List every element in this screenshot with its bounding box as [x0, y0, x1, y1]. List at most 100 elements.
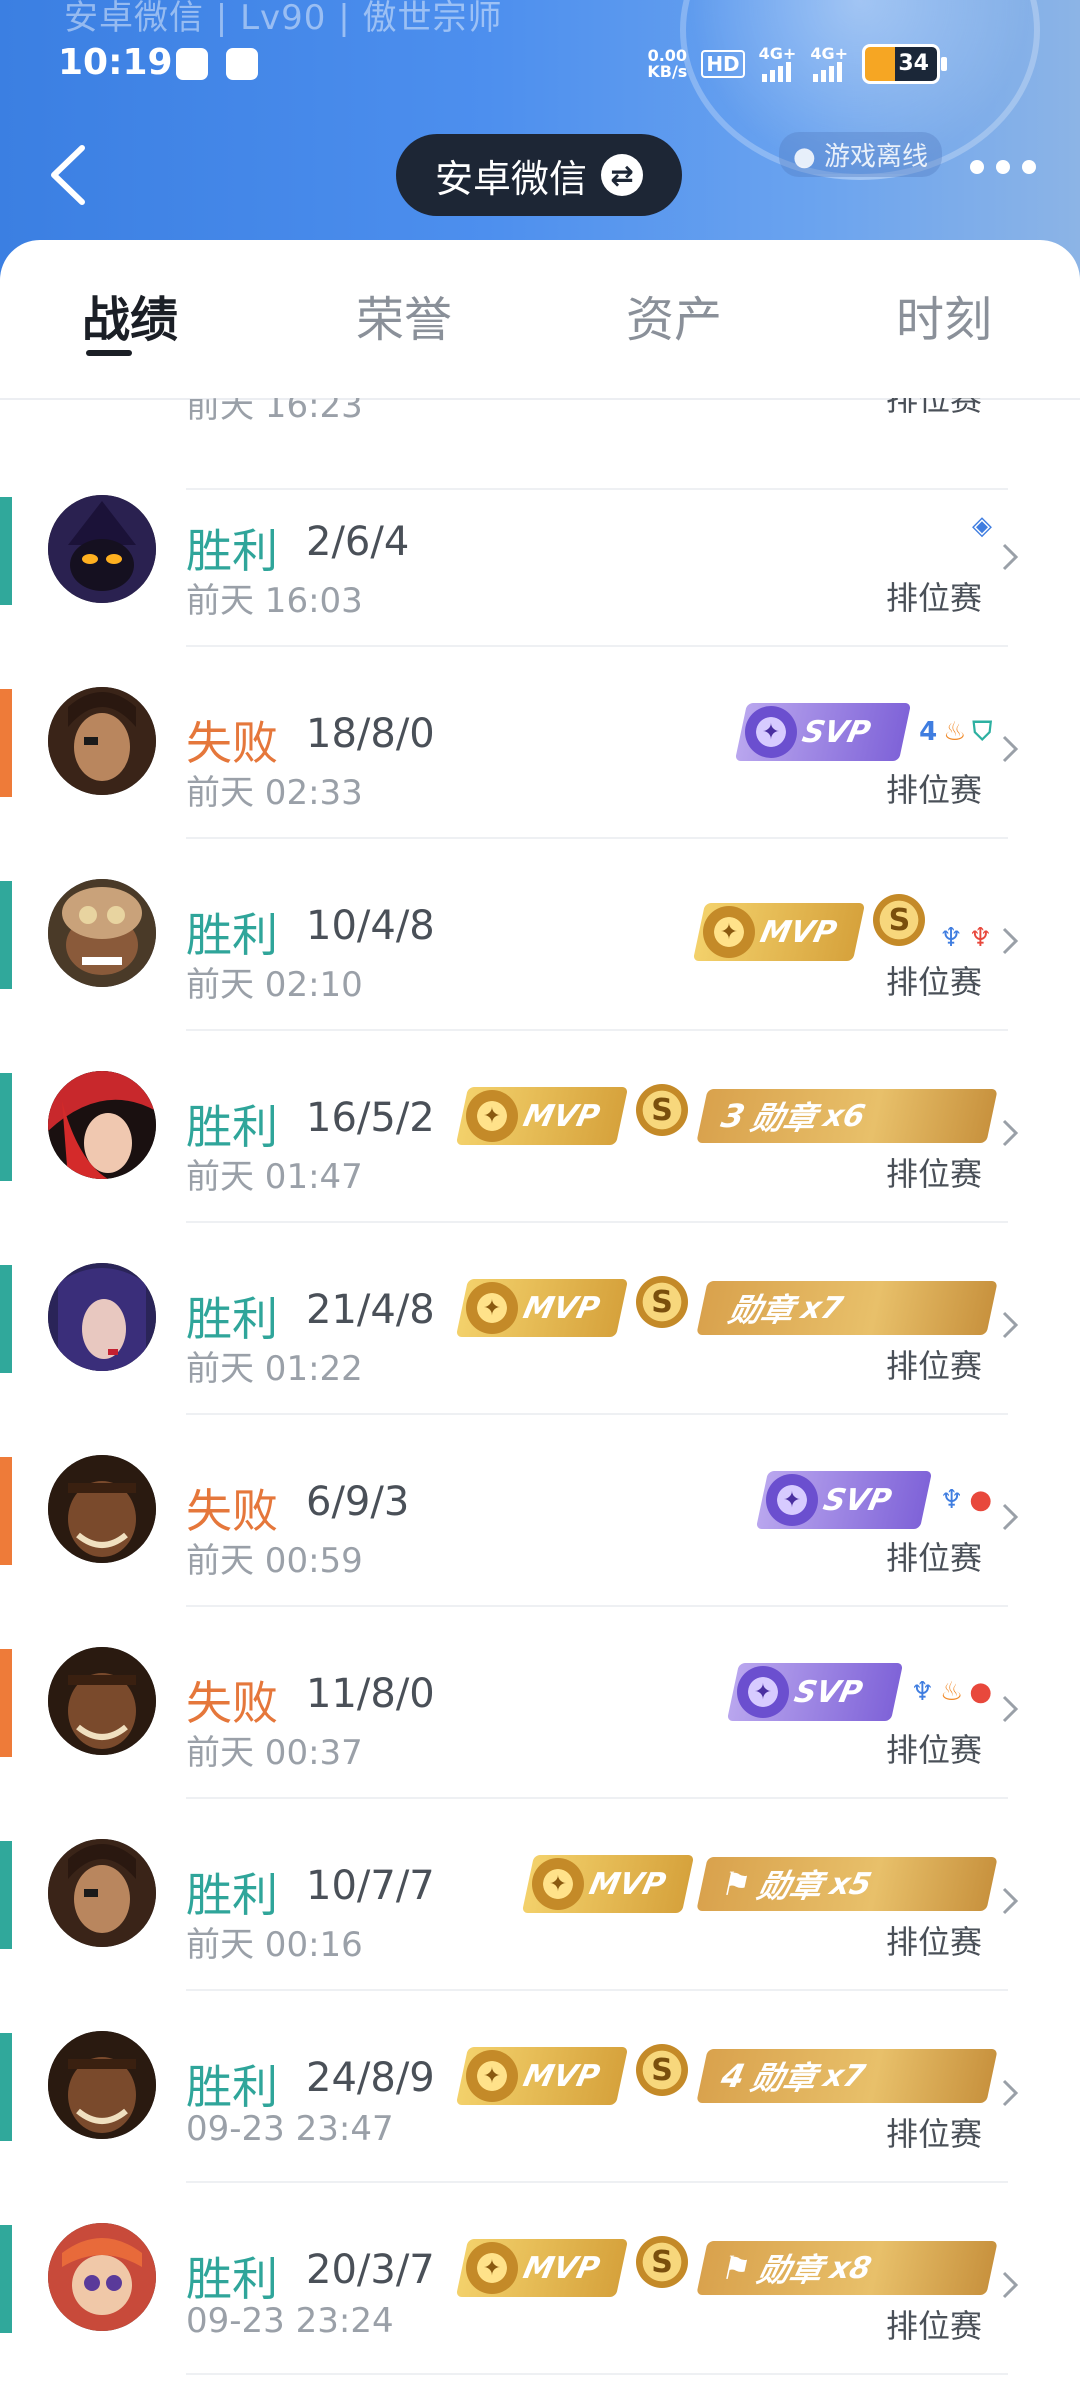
mvp-badge: ✦ MVP	[455, 1279, 629, 1337]
match-kda: 20/3/7	[306, 2247, 435, 2293]
chevron-right-icon	[1002, 2271, 1019, 2299]
network-speed-unit: KB/s	[647, 62, 688, 81]
match-badges: ✦ MVP S 3 勋章 x6	[455, 1084, 998, 1145]
status-indicators: 0.00 KB/s HD 4G+ 4G+ 34	[647, 44, 947, 84]
tab-records[interactable]: 战绩	[82, 280, 178, 350]
more-dot	[1022, 160, 1036, 174]
match-row[interactable]: 胜利 24/8/9 09-23 23:47 ✦ MVP S 4 勋章 x7 排位赛	[0, 1991, 1080, 2183]
svp-label: SVP	[799, 714, 874, 750]
svp-label: SVP	[820, 1482, 895, 1518]
tab-moments[interactable]: 时刻	[896, 280, 992, 350]
match-result: 胜利	[186, 2060, 278, 2114]
hero-avatar	[48, 2031, 156, 2139]
medal-count: x7	[798, 1290, 846, 1326]
tab-active-indicator	[86, 350, 132, 356]
chevron-right-icon	[1002, 2079, 1019, 2107]
blood-drop-icon: ●	[969, 1485, 992, 1515]
hero-avatar	[48, 1647, 156, 1755]
match-result: 胜利	[186, 524, 278, 578]
hero-avatar	[48, 1839, 156, 1947]
tab-honor[interactable]: 荣誉	[356, 280, 452, 350]
match-kda: 6/9/3	[306, 1479, 410, 1525]
medal-badge: ⚑ 勋章 x8	[696, 2241, 998, 2295]
match-time: 前天 16:03	[186, 581, 363, 621]
chevron-right-icon	[1002, 1695, 1019, 1723]
match-kda: 21/4/8	[306, 1287, 435, 1333]
mvp-medal-icon: ✦	[466, 1090, 518, 1142]
match-row[interactable]: 胜利 20/3/7 09-23 23:24 ✦ MVP S ⚑ 勋章 x8 排位赛	[0, 2183, 1080, 2375]
chevron-right-icon	[1002, 1311, 1019, 1339]
match-mode: 排位赛	[885, 1539, 982, 1577]
mvp-badge: ✦ MVP	[455, 2047, 629, 2105]
match-row[interactable]: 胜利 10/4/8 前天 02:10 ✦ MVP S ♆ ♆ 排位赛	[0, 839, 1080, 1031]
match-row[interactable]: 失败 18/8/0 前天 02:33 ✦ SVP 4 ♨ ⛉ 排位赛	[0, 647, 1080, 839]
achievement-icons: ♆ ♆	[939, 923, 992, 953]
app-notification-icon	[176, 48, 208, 80]
match-result: 失败	[186, 716, 278, 770]
chevron-right-icon	[1002, 1503, 1019, 1531]
s-rank-icon: S	[636, 1276, 688, 1328]
achievement-icon: ◈	[972, 511, 992, 541]
medal-count: x7	[820, 2058, 869, 2094]
mvp-label: MVP	[586, 1866, 669, 1902]
result-bar	[0, 881, 12, 989]
medal-label: 勋章	[754, 2251, 827, 2289]
tab-bar: 战绩 荣誉 资产 时刻	[0, 240, 1080, 398]
match-mode: 排位赛	[885, 398, 982, 418]
match-row[interactable]: 胜利 10/7/7 前天 00:16 ✦ MVP ⚑ 勋章 x5 排位赛	[0, 1799, 1080, 1991]
svp-label: SVP	[790, 1674, 866, 1710]
more-button[interactable]	[970, 160, 1036, 174]
match-time: 前天 01:22	[186, 1349, 363, 1389]
match-badges: ✦ MVP ⚑ 勋章 x5	[521, 1855, 998, 1913]
achievement-icon: ♆	[939, 923, 963, 953]
account-switch-button[interactable]: 安卓微信 ⇄	[396, 134, 682, 216]
match-kda: 16/5/2	[306, 1095, 435, 1141]
hero-avatar	[48, 687, 156, 795]
match-kda: 18/8/0	[306, 711, 435, 757]
match-time: 前天 01:47	[186, 1157, 363, 1197]
match-time: 前天 00:59	[186, 1541, 363, 1581]
match-row[interactable]: 失败 6/9/3 前天 00:59 ✦ SVP ♆ ● 排位赛	[0, 1415, 1080, 1607]
medal-prefix: 4	[717, 2057, 749, 2095]
match-mode: 排位赛	[885, 579, 982, 617]
medal-count: x6	[820, 1098, 869, 1134]
result-bar	[0, 497, 12, 605]
chevron-right-icon	[1002, 927, 1019, 955]
flag-icon: ⚑	[717, 2249, 755, 2287]
offline-label: 游戏离线	[823, 142, 928, 172]
match-list[interactable]: 前天 16:23 排位赛 胜利 2/6/4 前天 16:03 ◈ 排位赛 失败 …	[0, 398, 1080, 2408]
hero-avatar	[48, 879, 156, 987]
svp-badge: ✦ SVP	[726, 1663, 903, 1721]
s-rank-icon: S	[636, 2044, 688, 2096]
result-bar	[0, 1649, 12, 1757]
match-result: 失败	[186, 1676, 278, 1730]
svp-badge: ✦ SVP	[734, 703, 912, 761]
match-badges: ✦ SVP ♆ ●	[755, 1471, 992, 1529]
achievement-icon: ♆	[968, 923, 992, 953]
match-row[interactable]: 胜利 2/6/4 前天 16:03 ◈ 排位赛	[0, 455, 1080, 647]
tab-assets[interactable]: 资产	[626, 280, 722, 350]
match-row[interactable]: 失败 11/8/0 前天 00:37 ✦ SVP ♆ ♨ ● 排位赛	[0, 1607, 1080, 1799]
mvp-badge: ✦ MVP	[693, 903, 866, 961]
medal-prefix: 3	[717, 1097, 749, 1135]
medal-label: 勋章	[754, 1867, 827, 1905]
status-app-icons	[176, 48, 258, 80]
chevron-right-icon	[1002, 1887, 1019, 1915]
chevron-right-icon	[1002, 1119, 1019, 1147]
back-button[interactable]	[40, 140, 100, 210]
result-bar	[0, 2033, 12, 2141]
medal-badge: 4 勋章 x7	[696, 2049, 998, 2103]
match-row[interactable]: 胜利 16/5/2 前天 01:47 ✦ MVP S 3 勋章 x6 排位赛	[0, 1031, 1080, 1223]
match-time: 前天 00:37	[186, 1733, 363, 1773]
match-kda: 2/6/4	[306, 519, 410, 565]
match-row[interactable]: 胜利 21/4/8 前天 01:22 ✦ MVP S 勋章 x7 排位赛	[0, 1223, 1080, 1415]
match-mode: 排位赛	[885, 1347, 982, 1385]
mvp-badge: ✦ MVP	[455, 1087, 629, 1145]
hero-avatar	[48, 1263, 156, 1371]
more-dot	[970, 160, 984, 174]
achievement-icons: 4 ♨ ⛉	[919, 717, 992, 748]
s-rank-icon: S	[636, 1084, 688, 1136]
result-bar	[0, 2225, 12, 2333]
signal-icon-2: 4G+	[810, 46, 848, 82]
medal-label: 勋章	[747, 1099, 820, 1137]
